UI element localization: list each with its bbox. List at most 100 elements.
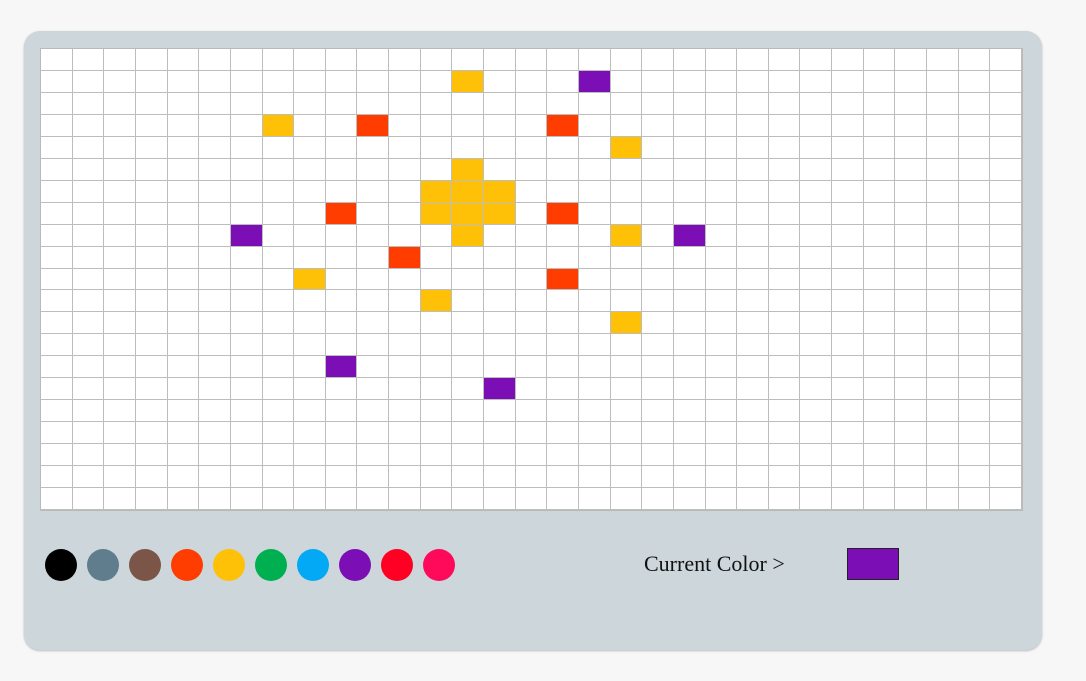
palette-swatch-amber[interactable] bbox=[213, 549, 245, 581]
grid-cell[interactable] bbox=[673, 224, 706, 247]
grid-cell[interactable] bbox=[642, 224, 674, 247]
grid-cell[interactable] bbox=[294, 488, 326, 510]
grid-cell[interactable] bbox=[167, 422, 200, 445]
grid-cell[interactable] bbox=[357, 334, 390, 357]
grid-cell[interactable] bbox=[927, 356, 959, 379]
grid-cell[interactable] bbox=[325, 70, 358, 93]
grid-cell[interactable] bbox=[294, 334, 326, 357]
grid-cell[interactable] bbox=[768, 136, 801, 159]
grid-cell[interactable] bbox=[547, 114, 579, 137]
grid-cell[interactable] bbox=[832, 290, 864, 313]
grid-cell[interactable] bbox=[927, 114, 959, 137]
grid-cell[interactable] bbox=[41, 246, 73, 269]
grid-cell[interactable] bbox=[357, 422, 390, 445]
grid-cell[interactable] bbox=[452, 202, 485, 225]
grid-cell[interactable] bbox=[578, 334, 611, 357]
grid-cell[interactable] bbox=[832, 378, 864, 401]
grid-cell[interactable] bbox=[104, 356, 136, 379]
grid-cell[interactable] bbox=[199, 400, 231, 423]
grid-cell[interactable] bbox=[262, 488, 295, 510]
grid-cell[interactable] bbox=[325, 158, 358, 181]
grid-cell[interactable] bbox=[737, 136, 769, 159]
grid-cell[interactable] bbox=[832, 444, 864, 467]
grid-cell[interactable] bbox=[262, 70, 295, 93]
grid-cell[interactable] bbox=[41, 488, 73, 510]
grid-cell[interactable] bbox=[927, 246, 959, 269]
grid-cell[interactable] bbox=[578, 268, 611, 291]
grid-cell[interactable] bbox=[578, 180, 611, 203]
grid-cell[interactable] bbox=[800, 268, 833, 291]
grid-cell[interactable] bbox=[452, 312, 485, 335]
grid-cell[interactable] bbox=[578, 92, 611, 115]
grid-cell[interactable] bbox=[452, 158, 485, 181]
grid-cell[interactable] bbox=[452, 92, 485, 115]
grid-cell[interactable] bbox=[578, 224, 611, 247]
grid-cell[interactable] bbox=[705, 224, 738, 247]
grid-cell[interactable] bbox=[958, 422, 991, 445]
grid-cell[interactable] bbox=[230, 312, 263, 335]
grid-cell[interactable] bbox=[41, 400, 73, 423]
grid-cell[interactable] bbox=[230, 466, 263, 489]
grid-cell[interactable] bbox=[547, 290, 579, 313]
grid-cell[interactable] bbox=[768, 466, 801, 489]
grid-cell[interactable] bbox=[389, 70, 421, 93]
grid-cell[interactable] bbox=[515, 158, 548, 181]
grid-cell[interactable] bbox=[705, 202, 738, 225]
grid-cell[interactable] bbox=[167, 114, 200, 137]
grid-cell[interactable] bbox=[768, 378, 801, 401]
grid-cell[interactable] bbox=[41, 378, 73, 401]
grid-cell[interactable] bbox=[135, 378, 168, 401]
grid-cell[interactable] bbox=[135, 312, 168, 335]
grid-cell[interactable] bbox=[357, 180, 390, 203]
grid-cell[interactable] bbox=[673, 356, 706, 379]
grid-cell[interactable] bbox=[737, 444, 769, 467]
grid-cell[interactable] bbox=[515, 246, 548, 269]
grid-cell[interactable] bbox=[547, 400, 579, 423]
grid-cell[interactable] bbox=[673, 136, 706, 159]
grid-cell[interactable] bbox=[389, 202, 421, 225]
grid-cell[interactable] bbox=[515, 444, 548, 467]
grid-cell[interactable] bbox=[768, 202, 801, 225]
grid-cell[interactable] bbox=[41, 422, 73, 445]
grid-cell[interactable] bbox=[72, 202, 105, 225]
grid-cell[interactable] bbox=[104, 444, 136, 467]
grid-cell[interactable] bbox=[199, 92, 231, 115]
grid-cell[interactable] bbox=[230, 70, 263, 93]
grid-cell[interactable] bbox=[547, 158, 579, 181]
grid-cell[interactable] bbox=[420, 114, 453, 137]
grid-cell[interactable] bbox=[230, 422, 263, 445]
grid-cell[interactable] bbox=[515, 180, 548, 203]
grid-cell[interactable] bbox=[262, 334, 295, 357]
grid-cell[interactable] bbox=[895, 400, 928, 423]
grid-cell[interactable] bbox=[832, 224, 864, 247]
grid-cell[interactable] bbox=[958, 136, 991, 159]
grid-cell[interactable] bbox=[642, 422, 674, 445]
grid-cell[interactable] bbox=[832, 92, 864, 115]
grid-cell[interactable] bbox=[484, 290, 516, 313]
grid-cell[interactable] bbox=[673, 202, 706, 225]
grid-cell[interactable] bbox=[357, 268, 390, 291]
grid-cell[interactable] bbox=[863, 312, 896, 335]
grid-cell[interactable] bbox=[262, 378, 295, 401]
grid-cell[interactable] bbox=[294, 400, 326, 423]
grid-cell[interactable] bbox=[642, 444, 674, 467]
grid-cell[interactable] bbox=[673, 268, 706, 291]
grid-cell[interactable] bbox=[547, 92, 579, 115]
grid-cell[interactable] bbox=[104, 400, 136, 423]
grid-cell[interactable] bbox=[262, 422, 295, 445]
grid-cell[interactable] bbox=[41, 312, 73, 335]
grid-cell[interactable] bbox=[325, 422, 358, 445]
grid-cell[interactable] bbox=[927, 334, 959, 357]
grid-cell[interactable] bbox=[389, 466, 421, 489]
grid-cell[interactable] bbox=[389, 488, 421, 510]
palette-swatch-light-blue[interactable] bbox=[297, 549, 329, 581]
grid-cell[interactable] bbox=[262, 114, 295, 137]
grid-cell[interactable] bbox=[927, 224, 959, 247]
grid-cell[interactable] bbox=[895, 466, 928, 489]
grid-cell[interactable] bbox=[41, 356, 73, 379]
grid-cell[interactable] bbox=[547, 70, 579, 93]
grid-cell[interactable] bbox=[705, 422, 738, 445]
grid-cell[interactable] bbox=[294, 246, 326, 269]
grid-cell[interactable] bbox=[357, 290, 390, 313]
grid-cell[interactable] bbox=[230, 334, 263, 357]
